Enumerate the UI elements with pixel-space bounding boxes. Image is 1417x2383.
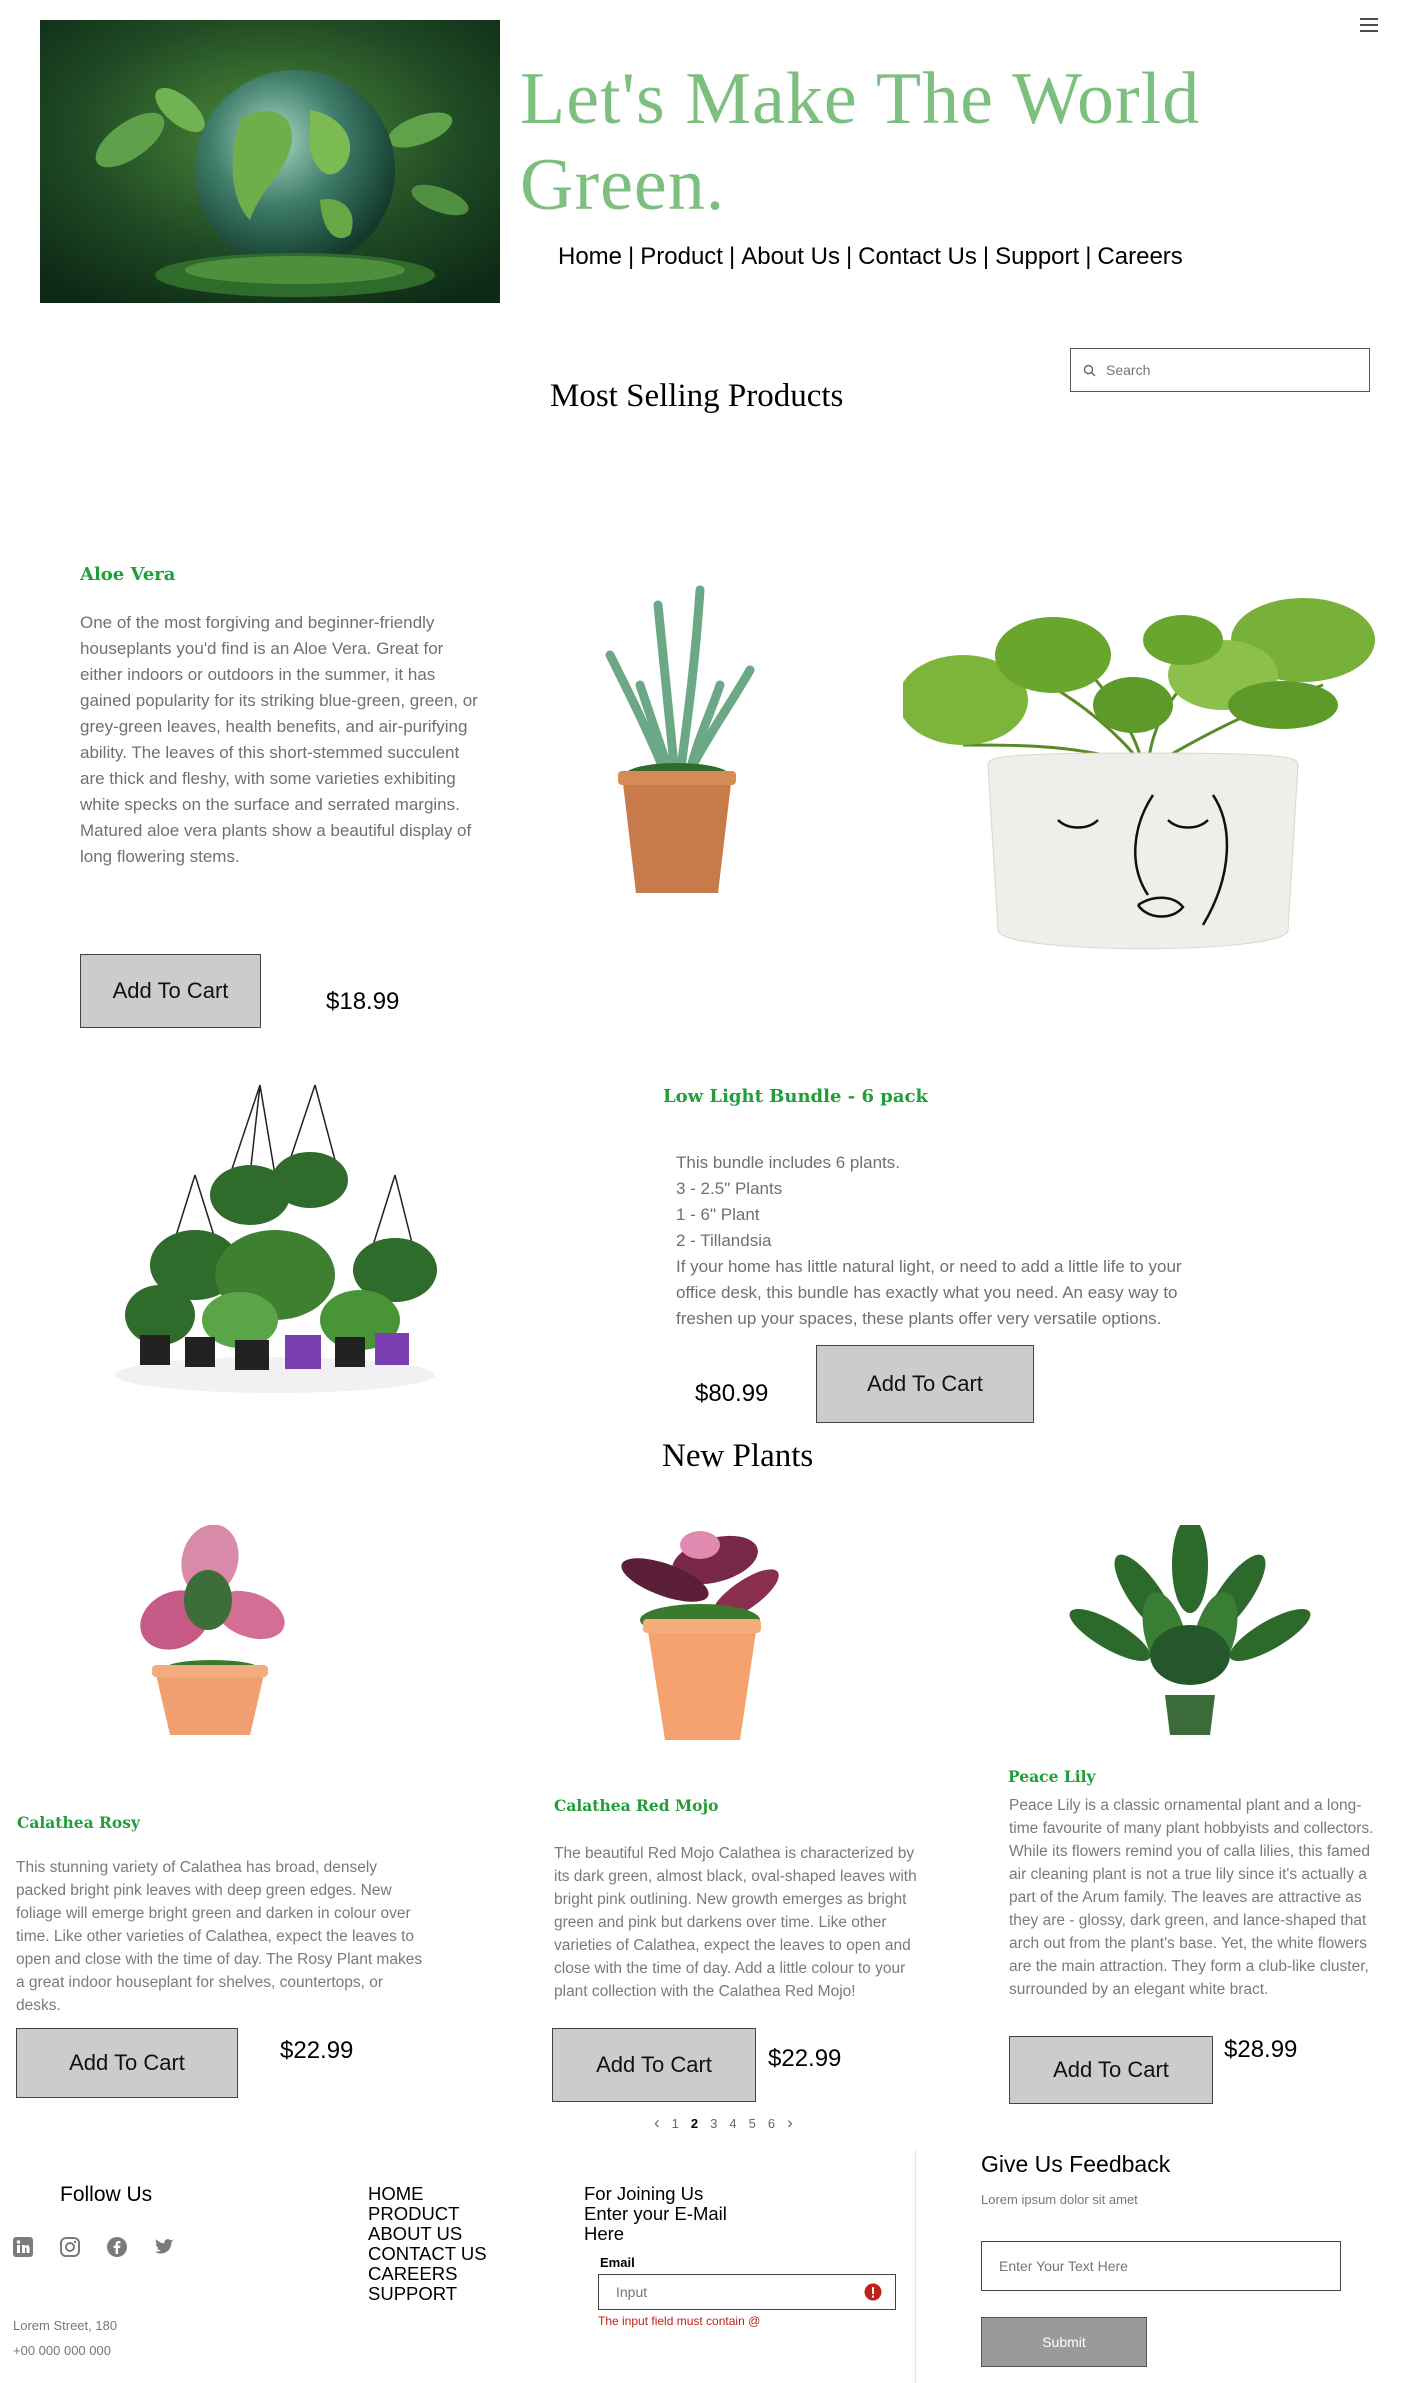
page-link-2-current[interactable]: 2 [691,2116,698,2131]
nav-separator: | [1085,243,1092,270]
calathea-red-mojo-image [605,1525,795,1745]
page-link-6[interactable]: 6 [768,2116,775,2131]
footer-address: Lorem Street, 180 [13,2318,118,2333]
product-title-calathea-red-mojo: Calathea Red Mojo [554,1796,719,1815]
pilea-face-pot-image [903,595,1383,975]
product-description-low-light-bundle: This bundle includes 6 plants. 3 - 2.5" … [676,1150,1226,1332]
product-title-aloe-vera: Aloe Vera [80,564,176,585]
nav-careers[interactable]: Careers [1097,243,1182,270]
bundle-line: 2 - Tillandsia [676,1231,772,1250]
footer-link-contact-us[interactable]: CONTACT US [368,2244,487,2264]
linkedin-icon[interactable] [12,2236,34,2263]
footer-links: HOME PRODUCT ABOUT US CONTACT US CAREERS… [368,2184,487,2304]
social-icons [12,2236,175,2263]
nav-home[interactable]: Home [558,243,622,270]
feedback-field[interactable] [981,2241,1341,2291]
nav-contact-us[interactable]: Contact Us [858,243,977,270]
footer-divider [915,2150,916,2383]
product-description-calathea-red-mojo: The beautiful Red Mojo Calathea is chara… [554,1845,917,2000]
page-headline: Let's Make The World Green. [520,58,1201,226]
bundle-line: 3 - 2.5" Plants [676,1179,783,1198]
low-light-bundle-image [100,1065,450,1395]
search-input[interactable] [1104,361,1348,379]
add-to-cart-button-aloe-vera[interactable]: Add To Cart [80,954,261,1028]
bundle-line: This bundle includes 6 plants. [676,1153,900,1172]
footer-link-about-us[interactable]: ABOUT US [368,2224,487,2244]
nav-separator: | [628,243,635,270]
join-us-text: For Joining Us Enter your E-Mail Here [584,2184,727,2244]
submit-button[interactable]: Submit [981,2317,1147,2367]
price-calathea-rosy: $22.99 [280,2037,354,2064]
pagination: ‹ 1 2 3 4 5 6 › [648,2113,799,2133]
join-line: Here [584,2223,625,2244]
join-line: For Joining Us [584,2183,704,2204]
search-icon [1083,364,1096,377]
main-nav: Home | Product | About Us | Contact Us | Support… [558,243,1183,271]
footer-phone: +00 000 000 000 [13,2343,111,2358]
price-calathea-red-mojo: $22.99 [768,2045,842,2072]
nav-about-us[interactable]: About Us [741,243,840,270]
pagination-next-icon[interactable]: › [787,2113,793,2133]
bundle-line: 1 - 6" Plant [676,1205,760,1224]
instagram-icon[interactable] [59,2236,81,2263]
calathea-rosy-image [130,1525,290,1740]
footer-link-product[interactable]: PRODUCT [368,2204,487,2224]
nav-separator: | [982,243,990,270]
bundle-description: If your home has little natural light, o… [676,1257,1182,1328]
price-low-light-bundle: $80.99 [695,1380,769,1407]
search-box[interactable] [1070,348,1370,392]
nav-product[interactable]: Product [640,243,723,270]
add-to-cart-button-calathea-red-mojo[interactable]: Add To Cart [552,2028,756,2102]
follow-us-heading: Follow Us [60,2183,153,2206]
product-title-calathea-rosy: Calathea Rosy [17,1813,140,1832]
page-link-1[interactable]: 1 [672,2116,679,2131]
page-link-5[interactable]: 5 [749,2116,756,2131]
feedback-title: Give Us Feedback [981,2151,1171,2177]
page-link-3[interactable]: 3 [710,2116,717,2131]
feedback-subtitle: Lorem ipsum dolor sit amet [981,2192,1138,2207]
product-description-peace-lily: Peace Lily is a classic ornamental plant… [1009,1797,1374,1998]
footer-link-home[interactable]: HOME [368,2184,487,2204]
new-plants-heading: New Plants [662,1438,814,1474]
product-title-peace-lily: Peace Lily [1008,1767,1096,1786]
aloe-vera-image [580,575,770,905]
feedback-input[interactable] [997,2257,1321,2275]
twitter-icon[interactable] [153,2236,175,2263]
email-label: Email [600,2255,635,2270]
hamburger-menu-icon[interactable] [1358,17,1380,33]
email-input[interactable] [614,2283,858,2301]
add-to-cart-button-calathea-rosy[interactable]: Add To Cart [16,2028,238,2098]
email-error-message: The input field must contain @ [598,2314,761,2328]
product-description-aloe-vera: One of the most forgiving and beginner-f… [80,613,478,866]
page-link-4[interactable]: 4 [729,2116,736,2131]
pagination-prev-icon[interactable]: ‹ [654,2113,660,2133]
email-field[interactable] [598,2274,896,2310]
price-peace-lily: $28.99 [1224,2036,1298,2063]
join-line: Enter your E-Mail [584,2203,727,2224]
nav-support[interactable]: Support [995,243,1079,270]
price-aloe-vera: $18.99 [326,988,400,1015]
footer-link-support[interactable]: SUPPORT [368,2284,487,2304]
error-icon [864,2283,882,2301]
product-description-calathea-rosy: This stunning variety of Calathea has br… [16,1859,423,2014]
nav-separator: | [845,243,853,270]
facebook-icon[interactable] [106,2236,128,2263]
nav-separator: | [728,243,736,270]
most-selling-heading: Most Selling Products [550,378,844,414]
add-to-cart-button-low-light-bundle[interactable]: Add To Cart [816,1345,1034,1423]
hero-globe-image [40,20,500,303]
footer-link-careers[interactable]: CAREERS [368,2264,487,2284]
add-to-cart-button-peace-lily[interactable]: Add To Cart [1009,2036,1213,2104]
product-title-low-light-bundle: Low Light Bundle - 6 pack [663,1086,928,1107]
peace-lily-image [1050,1525,1330,1745]
